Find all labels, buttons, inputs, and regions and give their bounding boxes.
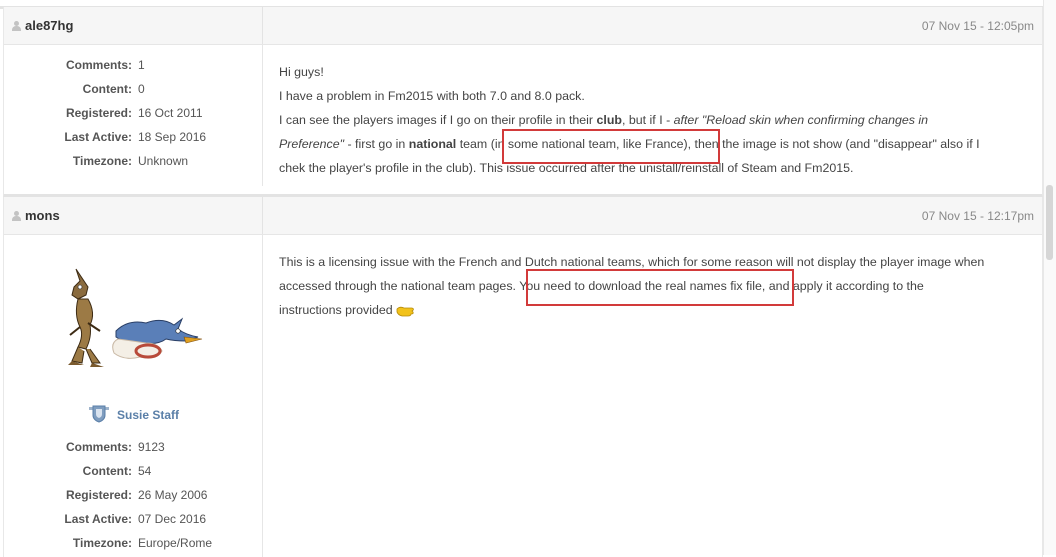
stat-content: Content: 54 [82, 464, 152, 478]
stat-comments: Comments: 9123 [65, 440, 165, 454]
scrollbar-thumb[interactable] [1046, 185, 1053, 260]
stat-last-active: Last Active: 18 Sep 2016 [64, 130, 207, 144]
stat-registered: Registered: 26 May 2006 [65, 488, 208, 502]
highlight-box [526, 269, 794, 306]
stat-last-active: Last Active: 07 Dec 2016 [64, 512, 207, 526]
sidebar-divider [262, 234, 263, 557]
highlight-box [502, 129, 720, 164]
staff-shield-icon [89, 405, 109, 423]
body-line: Hi guys! [279, 65, 324, 79]
body-line: I have a problem in Fm2015 with both 7.0… [279, 89, 585, 103]
stat-timezone: Timezone: Unknown [72, 154, 189, 168]
comment-post: mons 07 Nov 15 - 12:17pm Susie Staff Com… [3, 197, 1043, 557]
stat-comments: Comments: 1 [65, 58, 145, 72]
coyote-roadrunner-avatar[interactable] [66, 265, 206, 375]
stat-timezone: Timezone: Europe/Rome [72, 536, 213, 550]
stat-content: Content: 0 [82, 82, 145, 96]
user-icon [12, 21, 21, 31]
user-icon [12, 211, 21, 221]
post-date[interactable]: 07 Nov 15 - 12:17pm [922, 209, 1034, 223]
thumbs-up-emoji [396, 306, 414, 317]
author-name[interactable]: ale87hg [25, 18, 73, 33]
comment-post: ale87hg 07 Nov 15 - 12:05pm Comments: 1 C… [3, 7, 1043, 197]
header-divider [262, 7, 263, 44]
post-date[interactable]: 07 Nov 15 - 12:05pm [922, 19, 1034, 33]
author-name[interactable]: mons [25, 208, 60, 223]
staff-badge-label: Susie Staff [117, 408, 180, 422]
header-divider [262, 197, 263, 234]
post-header: mons 07 Nov 15 - 12:17pm [4, 197, 1042, 235]
page-scrollbar[interactable] [1043, 0, 1056, 555]
stat-registered: Registered: 16 Oct 2011 [65, 106, 203, 120]
sidebar-divider [262, 44, 263, 186]
post-header: ale87hg 07 Nov 15 - 12:05pm [4, 7, 1042, 45]
